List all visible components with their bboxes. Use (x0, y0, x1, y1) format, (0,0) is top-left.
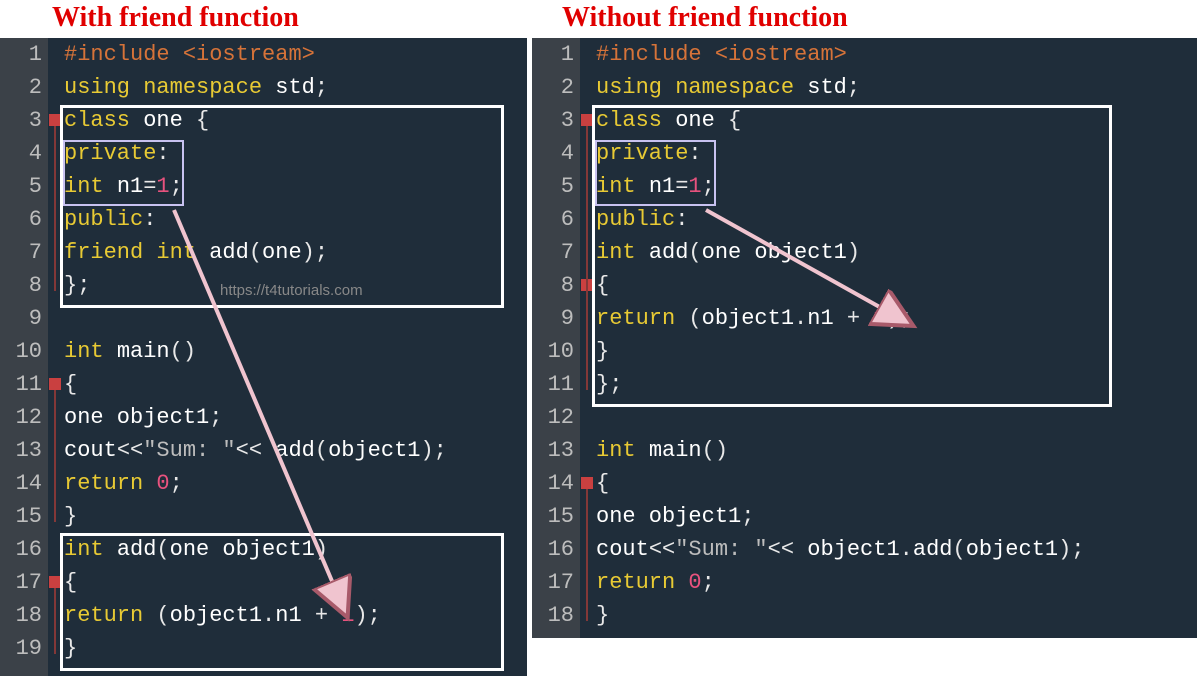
line-number: 12 (0, 401, 42, 434)
line-number: 11 (532, 368, 574, 401)
code-line: { (62, 566, 527, 599)
fold-marker-icon[interactable] (49, 114, 61, 126)
code-line: } (62, 632, 527, 665)
code-line: private: (62, 137, 527, 170)
code-line: return 0; (62, 467, 527, 500)
line-number: 14 (532, 467, 574, 500)
fold-marker-icon[interactable] (581, 114, 593, 126)
line-number: 8 (0, 269, 42, 302)
code-line: int n1=1; (62, 170, 527, 203)
code-line: } (62, 500, 527, 533)
code-line: using namespace std; (594, 71, 1197, 104)
code-line: public: (594, 203, 1197, 236)
code-line: friend int add(one); (62, 236, 527, 269)
code-line: #include <iostream> (594, 38, 1197, 71)
line-number: 6 (0, 203, 42, 236)
code-line: int n1=1; (594, 170, 1197, 203)
line-number: 8 (532, 269, 574, 302)
code-line (594, 401, 1197, 434)
fold-line (586, 291, 588, 357)
gutter-right: 123456789101112131415161718 (532, 38, 580, 638)
gutter-left: 12345678910111213141516171819 (0, 38, 48, 676)
code-line: { (62, 368, 527, 401)
line-number: 19 (0, 632, 42, 665)
line-number: 3 (0, 104, 42, 137)
line-number: 2 (0, 71, 42, 104)
line-number: 7 (532, 236, 574, 269)
line-number: 4 (0, 137, 42, 170)
code-line: return (object1.n1 + 1); (594, 302, 1197, 335)
code-line: int main() (62, 335, 527, 368)
line-number: 2 (532, 71, 574, 104)
line-number: 11 (0, 368, 42, 401)
code-line: }; (594, 368, 1197, 401)
line-number: 15 (0, 500, 42, 533)
line-number: 18 (532, 599, 574, 632)
fold-marker-icon[interactable] (49, 576, 61, 588)
code-line: #include <iostream> (62, 38, 527, 71)
line-number: 9 (532, 302, 574, 335)
code-line: one object1; (62, 401, 527, 434)
line-number: 6 (532, 203, 574, 236)
fold-line (54, 126, 56, 291)
code-line: class one { (62, 104, 527, 137)
code-line: } (594, 599, 1197, 632)
code-line: int add(one object1) (594, 236, 1197, 269)
code-line (62, 302, 527, 335)
line-number: 18 (0, 599, 42, 632)
fold-column-right (580, 38, 594, 638)
code-line: cout<<"Sum: "<< add(object1); (62, 434, 527, 467)
heading-right: Without friend function (562, 2, 848, 34)
line-number: 16 (0, 533, 42, 566)
code-line: { (594, 467, 1197, 500)
line-number: 1 (532, 38, 574, 71)
heading-left: With friend function (52, 2, 299, 34)
line-number: 17 (532, 566, 574, 599)
line-number: 14 (0, 467, 42, 500)
code-line: return 0; (594, 566, 1197, 599)
code-line: return (object1.n1 + 1); (62, 599, 527, 632)
fold-line (54, 390, 56, 522)
code-line: private: (594, 137, 1197, 170)
watermark: https://t4tutorials.com (220, 282, 363, 299)
code-line: int add(one object1) (62, 533, 527, 566)
code-editor-right: 123456789101112131415161718 #include <io… (532, 38, 1197, 638)
line-number: 10 (532, 335, 574, 368)
line-number: 16 (532, 533, 574, 566)
code-line: one object1; (594, 500, 1197, 533)
fold-line (586, 489, 588, 621)
fold-column-left (48, 38, 62, 676)
code-line: using namespace std; (62, 71, 527, 104)
line-number: 4 (532, 137, 574, 170)
code-line: } (594, 335, 1197, 368)
line-number: 3 (532, 104, 574, 137)
code-line: class one { (594, 104, 1197, 137)
code-line: cout<<"Sum: "<< object1.add(object1); (594, 533, 1197, 566)
code-line: { (594, 269, 1197, 302)
code-line: int main() (594, 434, 1197, 467)
fold-marker-icon[interactable] (581, 477, 593, 489)
line-number: 15 (532, 500, 574, 533)
line-number: 17 (0, 566, 42, 599)
line-number: 13 (0, 434, 42, 467)
fold-line (54, 588, 56, 654)
code-column-left: #include <iostream>using namespace std;c… (62, 38, 527, 676)
line-number: 12 (532, 401, 574, 434)
line-number: 1 (0, 38, 42, 71)
fold-marker-icon[interactable] (49, 378, 61, 390)
line-number: 5 (532, 170, 574, 203)
line-number: 9 (0, 302, 42, 335)
code-line: public: (62, 203, 527, 236)
code-editor-left: 12345678910111213141516171819 #include <… (0, 38, 527, 676)
line-number: 13 (532, 434, 574, 467)
line-number: 7 (0, 236, 42, 269)
line-number: 5 (0, 170, 42, 203)
code-column-right: #include <iostream>using namespace std;c… (594, 38, 1197, 638)
line-number: 10 (0, 335, 42, 368)
